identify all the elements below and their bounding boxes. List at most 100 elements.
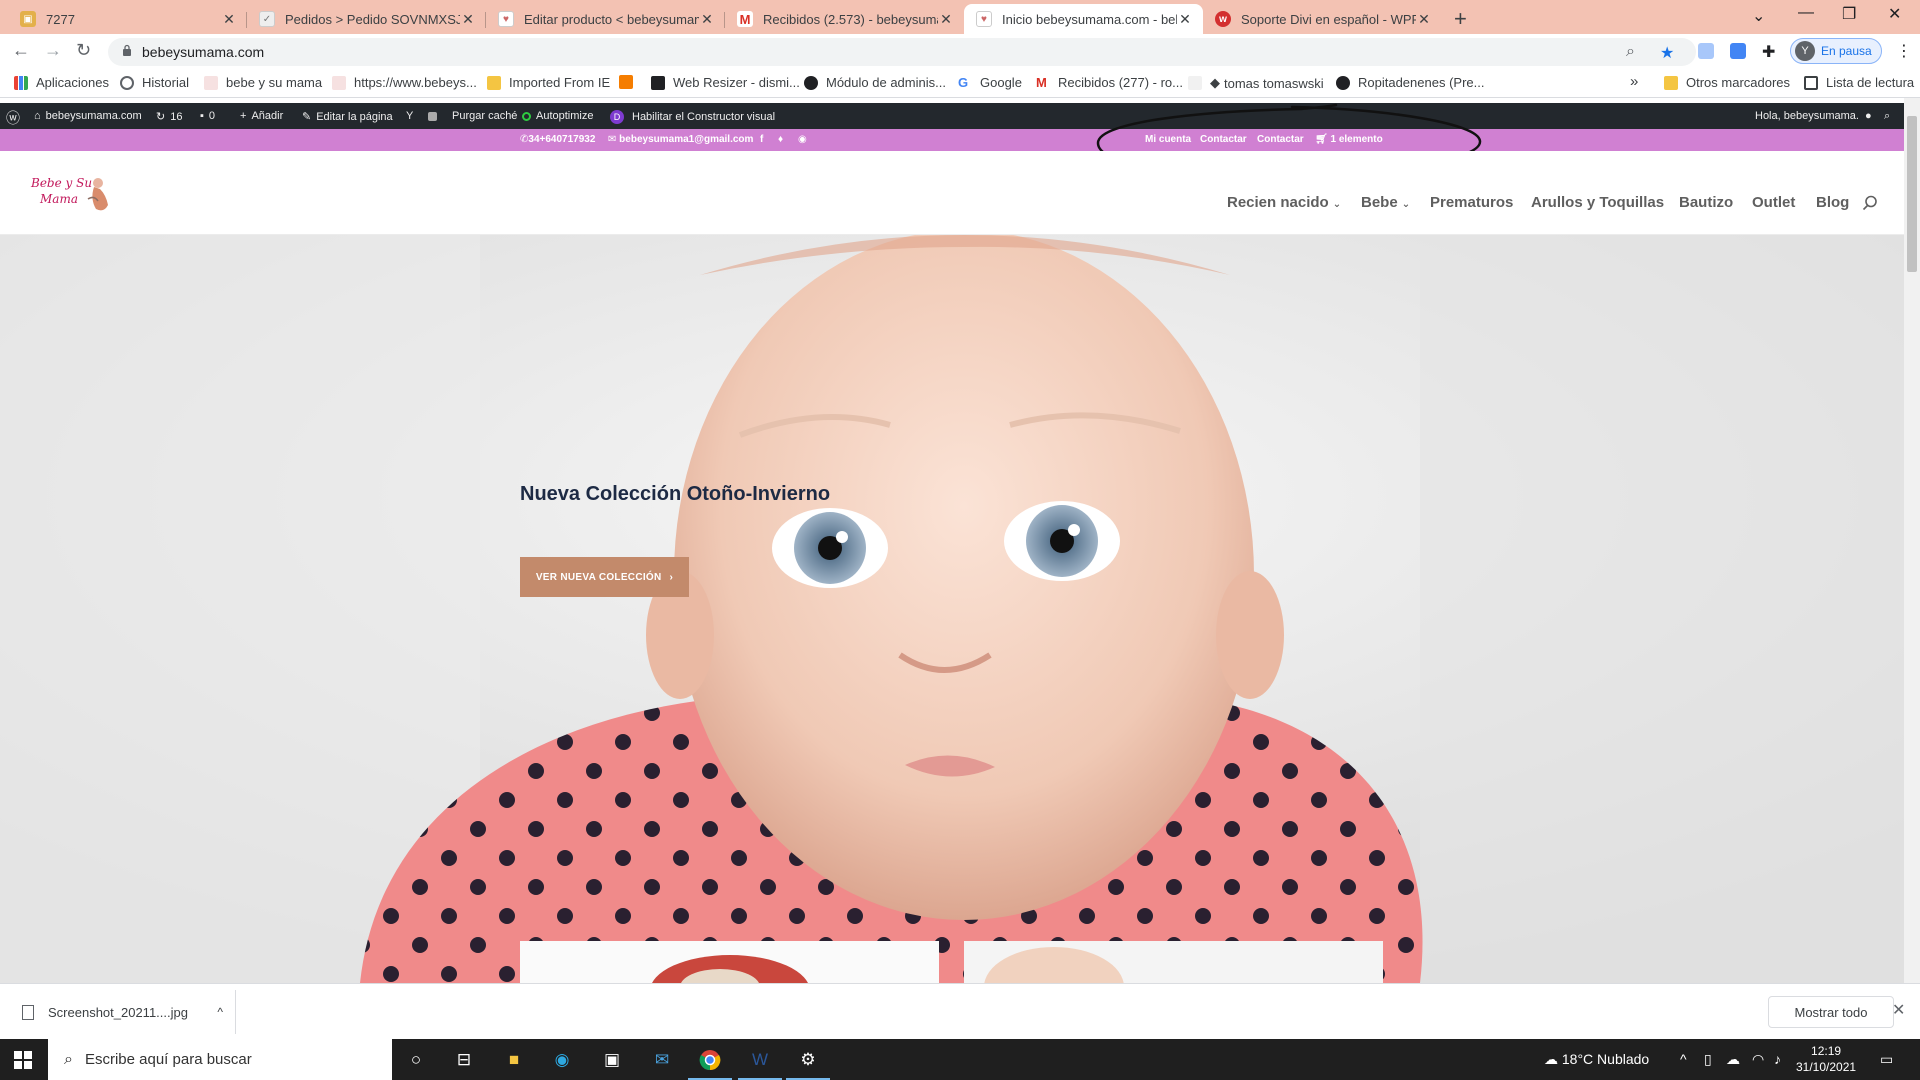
tab-gmail-recibidos[interactable]: M Recibidos (2.573) - bebeysumam ✕ — [725, 4, 964, 34]
bookmark-ropitadenenes[interactable]: Ropitadenenes (Pre... — [1336, 75, 1484, 90]
back-icon[interactable]: ← — [12, 40, 30, 61]
bookmark-imported-from-ie[interactable]: Imported From IE — [487, 75, 610, 90]
reading-list[interactable]: Lista de lectura — [1804, 75, 1914, 90]
contactar-link[interactable]: Contactar — [1200, 134, 1247, 145]
system-clock[interactable]: 12:19 31/10/2021 — [1796, 1043, 1856, 1075]
site-logo[interactable]: Bebe y Su Mama — [28, 169, 112, 215]
edge-icon[interactable]: ◉ — [550, 1048, 574, 1072]
app-icon[interactable]: ⚙ — [786, 1048, 830, 1080]
close-window-icon[interactable]: ✕ — [1888, 4, 1901, 24]
facebook-icon[interactable]: f — [760, 134, 763, 145]
onedrive-icon[interactable]: ☁ — [1726, 1051, 1740, 1068]
file-explorer-icon[interactable]: ■ — [502, 1048, 526, 1072]
twitter-icon[interactable]: ♦ — [778, 134, 783, 145]
menu-kebab-icon[interactable]: ⋮ — [1896, 41, 1912, 61]
bookmarks-more[interactable]: » — [1630, 73, 1638, 90]
taskbar-search-box[interactable]: ⌕ Escribe aquí para buscar — [48, 1039, 392, 1080]
wp-autoptimize[interactable]: Autoptimize — [522, 110, 593, 122]
mi-cuenta-link[interactable]: Mi cuenta — [1145, 134, 1191, 145]
bookmark-recibidos[interactable]: M Recibidos (277) - ro... — [1036, 75, 1183, 90]
chrome-icon[interactable] — [688, 1048, 732, 1080]
wp-visual-builder[interactable]: D Habilitar el Constructor visual — [610, 110, 775, 124]
bookmark-apps[interactable]: Aplicaciones — [14, 75, 109, 90]
translate-icon[interactable] — [1730, 43, 1746, 59]
bookmark-bebe-y-su-mama[interactable]: bebe y su mama — [204, 75, 322, 90]
show-all-button[interactable]: Mostrar todo — [1768, 996, 1894, 1028]
wp-search-icon[interactable]: ⌕ — [1884, 110, 1890, 123]
word-icon[interactable]: W — [738, 1048, 782, 1080]
ver-nueva-coleccion-button[interactable]: VER NUEVA COLECCIÓN › — [520, 557, 689, 597]
collection-card-1[interactable] — [520, 941, 939, 983]
cart-link[interactable]: 🛒︎ 1 elemento — [1315, 134, 1383, 145]
mail-icon[interactable]: ✉ — [650, 1048, 674, 1072]
wp-comments[interactable]: ▪ 0 — [200, 110, 215, 122]
bookmark-bebeys-url[interactable]: https://www.bebeys... — [332, 75, 477, 90]
close-tab-icon[interactable]: ✕ — [460, 11, 476, 28]
forward-icon[interactable]: → — [44, 40, 62, 61]
nav-prematuros[interactable]: Prematuros — [1430, 194, 1513, 211]
close-tab-icon[interactable]: ✕ — [699, 11, 715, 28]
phone-link[interactable]: ✆34+640717932 — [520, 134, 595, 145]
wp-account[interactable]: Hola, bebeysumama. ● — [1755, 110, 1877, 122]
bookmark-otros[interactable]: Otros marcadores — [1664, 75, 1790, 90]
nav-bebe[interactable]: Bebe ⌄ — [1361, 194, 1410, 211]
bookmark-blogger[interactable] — [619, 75, 641, 89]
extension-code-icon[interactable] — [1698, 43, 1714, 59]
tab-soporte-divi[interactable]: w Soporte Divi en español - WPFác ✕ — [1203, 4, 1442, 34]
close-icon[interactable]: ✕ — [1892, 1000, 1905, 1020]
wp-site-name[interactable]: ⌂ bebeysumama.com — [34, 110, 142, 122]
wp-purge-cache[interactable]: Purgar caché — [428, 110, 517, 122]
tab-pedidos[interactable]: ✓ Pedidos > Pedido SOVNMXSJB d ✕ — [247, 4, 486, 34]
rss-icon[interactable]: ◉ — [798, 134, 807, 145]
volume-icon[interactable]: ♪ — [1774, 1051, 1781, 1067]
tab-search-icon[interactable]: ⌄ — [1752, 6, 1765, 26]
tab-editar-producto[interactable]: ♥ Editar producto < bebeysumama ✕ — [486, 4, 725, 34]
wp-updates[interactable]: ↻ 16 — [156, 110, 182, 124]
collection-card-2[interactable] — [964, 941, 1383, 983]
store-icon[interactable]: ▣ — [600, 1048, 624, 1072]
close-tab-icon[interactable]: ✕ — [1416, 11, 1432, 28]
nav-bautizo[interactable]: Bautizo — [1679, 194, 1733, 211]
extensions-puzzle-icon[interactable]: ✚ — [1762, 42, 1775, 62]
weather-widget[interactable]: ☁ 18°C Nublado — [1544, 1051, 1649, 1068]
chevron-up-icon[interactable]: ^ — [1680, 1051, 1687, 1067]
nav-blog[interactable]: Blog — [1816, 194, 1849, 211]
zoom-icon[interactable]: ⌕ — [1626, 43, 1635, 61]
bookmark-tomas[interactable]: ◆ tomas tomaswski — [1188, 75, 1324, 91]
chevron-up-icon[interactable]: ^ — [217, 1005, 223, 1019]
wifi-icon[interactable]: ◠ — [1752, 1051, 1764, 1068]
tab-7277[interactable]: ▣ 7277 ✕ — [8, 4, 247, 34]
close-tab-icon[interactable]: ✕ — [938, 11, 954, 28]
restore-icon[interactable]: ❐ — [1842, 4, 1856, 24]
wp-add-new[interactable]: + Añadir — [240, 110, 283, 122]
close-tab-icon[interactable]: ✕ — [221, 11, 237, 28]
reload-icon[interactable]: ↻ — [76, 40, 91, 61]
download-item[interactable]: Screenshot_20211....jpg ^ — [8, 990, 236, 1034]
nav-outlet[interactable]: Outlet — [1752, 194, 1795, 211]
profile-button[interactable]: Y En pausa — [1790, 38, 1882, 64]
nav-recien-nacido[interactable]: Recien nacido ⌄ — [1227, 194, 1341, 211]
contactar-link-2[interactable]: Contactar — [1257, 134, 1304, 145]
yoast-icon[interactable]: Y — [406, 110, 413, 122]
minimize-icon[interactable]: — — [1798, 4, 1814, 22]
bookmark-web-resizer[interactable]: Web Resizer - dismi... — [651, 75, 800, 90]
bookmark-star-icon[interactable]: ★ — [1660, 43, 1674, 63]
wp-edit-page[interactable]: ✎ Editar la página — [302, 110, 393, 124]
wordpress-logo-icon[interactable]: ⓦ — [6, 108, 20, 128]
notifications-icon[interactable]: ▭ — [1880, 1051, 1893, 1068]
page-scrollbar[interactable] — [1904, 98, 1920, 983]
cortana-icon[interactable]: ○ — [404, 1048, 428, 1072]
windows-start-icon[interactable] — [14, 1051, 32, 1069]
bookmark-google[interactable]: G Google — [958, 75, 1022, 90]
device-icon[interactable]: ▯ — [1704, 1051, 1712, 1068]
new-tab-icon[interactable]: + — [1454, 6, 1467, 32]
email-link[interactable]: ✉ bebeysumama1@gmail.com — [608, 134, 753, 145]
address-bar[interactable]: bebeysumama.com ⌕ ★ — [108, 38, 1696, 66]
tab-inicio-active[interactable]: ♥ Inicio bebeysumama.com - bebe ✕ — [964, 4, 1203, 34]
bookmark-modulo-admin[interactable]: Módulo de adminis... — [804, 75, 946, 90]
task-view-icon[interactable]: ⊟ — [452, 1048, 476, 1072]
search-icon[interactable] — [1862, 195, 1878, 211]
close-tab-icon[interactable]: ✕ — [1177, 11, 1193, 28]
nav-arullos-toquillas[interactable]: Arullos y Toquillas — [1531, 194, 1664, 211]
bookmark-historial[interactable]: Historial — [120, 75, 189, 90]
